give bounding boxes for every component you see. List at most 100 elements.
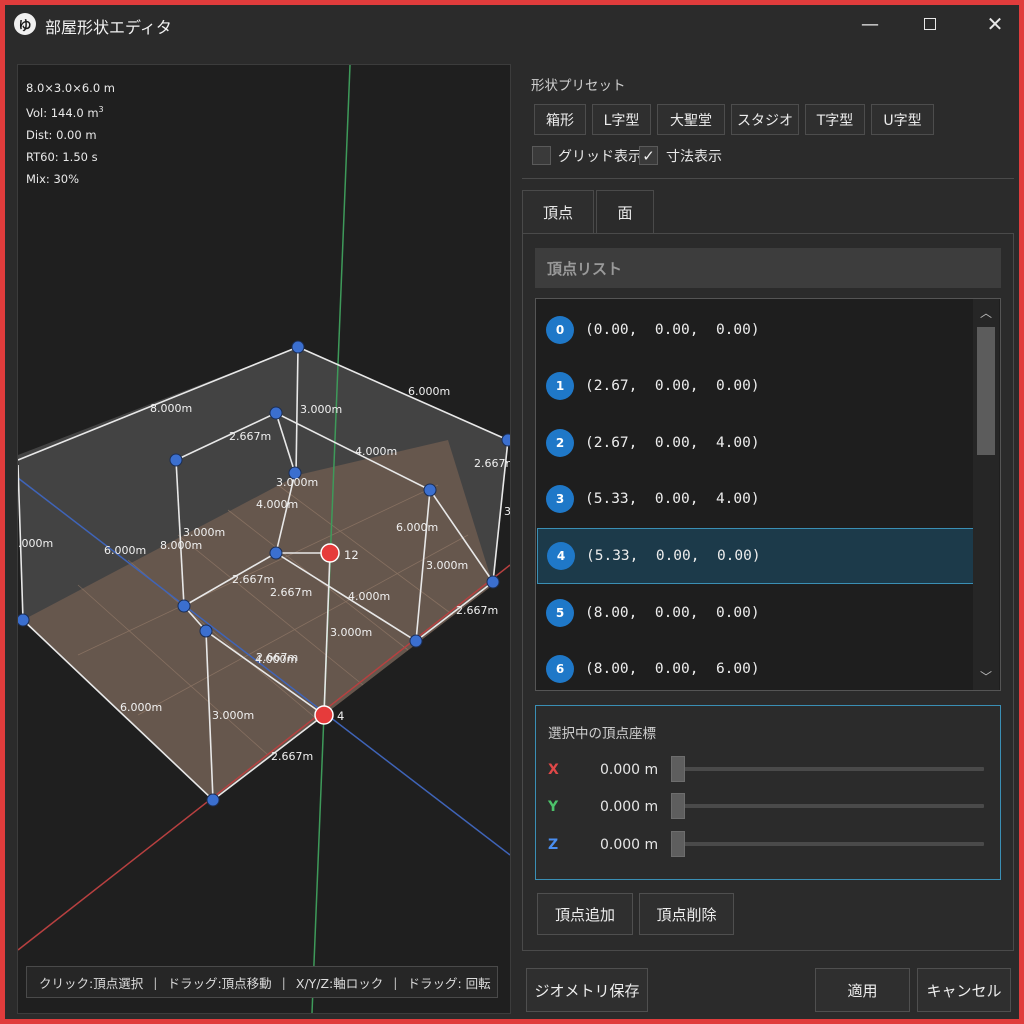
vertex-index-badge: 0 xyxy=(546,316,574,344)
tab-faces[interactable]: 面 xyxy=(596,190,654,234)
svg-text:4.000m: 4.000m xyxy=(355,445,397,458)
3d-viewport[interactable]: 8.000m 3.000m 6.000m 2.667m 4.000m 2.667… xyxy=(17,64,511,1014)
z-value: 0.000 m xyxy=(600,837,659,853)
title-bar: ゆ 部屋形状エディタ — ✕ xyxy=(5,5,1019,43)
preset-cathedral-button[interactable]: 大聖堂 xyxy=(657,104,725,135)
minimize-button[interactable]: — xyxy=(850,11,890,37)
add-vertex-button[interactable]: 頂点追加 xyxy=(537,893,633,935)
cancel-button[interactable]: キャンセル xyxy=(917,968,1011,1012)
x-value: 0.000 m xyxy=(600,762,659,778)
vertex-list-scrollbar[interactable]: ︿ ﹀ xyxy=(973,299,999,690)
delete-vertex-button[interactable]: 頂点削除 xyxy=(639,893,734,935)
y-slider-handle[interactable] xyxy=(671,793,685,819)
svg-text:6.000m: 6.000m xyxy=(408,385,450,398)
vertex-list[interactable]: 0 (0.00, 0.00, 0.00) 1 (2.67, 0.00, 0.00… xyxy=(535,298,1001,691)
grid-checkbox[interactable] xyxy=(532,146,551,165)
app-icon: ゆ xyxy=(14,13,36,35)
z-axis-label: Z xyxy=(548,837,559,853)
vertex-index-badge: 4 xyxy=(547,542,575,570)
room-dimensions: 8.0×3.0×6.0 m xyxy=(26,81,115,95)
svg-text:2.667m: 2.667m xyxy=(456,604,498,617)
svg-text:8.000m: 8.000m xyxy=(160,539,202,552)
z-slider-track[interactable] xyxy=(674,842,984,846)
hint-drag-rotate: ドラッグ: 回転 xyxy=(407,975,491,991)
apply-button[interactable]: 適用 xyxy=(815,968,910,1012)
scrollbar-thumb[interactable] xyxy=(977,327,995,455)
vertex-row-3[interactable]: 3 (5.33, 0.00, 4.00) xyxy=(537,473,975,525)
vertex-row-4-selected[interactable]: 4 (5.33, 0.00, 0.00) xyxy=(537,528,975,584)
svg-text:3.000m: 3.000m xyxy=(183,526,225,539)
preset-u-shape-button[interactable]: U字型 xyxy=(871,104,934,135)
x-slider-track[interactable] xyxy=(674,767,984,771)
svg-text:4: 4 xyxy=(337,709,344,723)
vertex-coords: (2.67, 0.00, 4.00) xyxy=(585,435,760,451)
scroll-down-icon[interactable]: ﹀ xyxy=(973,665,999,687)
vertex-row-6[interactable]: 6 (8.00, 0.00, 6.00) xyxy=(537,643,975,690)
svg-text:4.000m: 4.000m xyxy=(348,590,390,603)
svg-text:6.000m: 6.000m xyxy=(104,544,146,557)
preset-box-button[interactable]: 箱形 xyxy=(534,104,586,135)
svg-text:2.667m: 2.667m xyxy=(271,750,313,763)
svg-text:4.000m: 4.000m xyxy=(256,498,298,511)
svg-text:2.667m: 2.667m xyxy=(229,430,271,443)
mix-readout: Mix: 30% xyxy=(26,171,80,186)
svg-text:6.000m: 6.000m xyxy=(120,701,162,714)
vertex-index-badge: 1 xyxy=(546,372,574,400)
x-axis-label: X xyxy=(548,762,559,778)
maximize-button[interactable] xyxy=(910,11,950,37)
scroll-up-icon[interactable]: ︿ xyxy=(973,301,999,323)
vertex-coords: (5.33, 0.00, 0.00) xyxy=(586,548,761,564)
dimensions-checkbox-label: 寸法表示 xyxy=(666,149,722,165)
y-value: 0.000 m xyxy=(600,799,659,815)
preset-l-shape-button[interactable]: L字型 xyxy=(592,104,651,135)
svg-text:2.667m: 2.667m xyxy=(270,586,312,599)
room-volume: Vol: 144.0 m3 xyxy=(26,105,104,120)
svg-text:3.000m: 3.000m xyxy=(276,476,318,489)
vertex-row-2[interactable]: 2 (2.67, 0.00, 4.00) xyxy=(537,417,975,469)
selected-vertex-12[interactable] xyxy=(320,543,340,563)
vertex-index-badge: 6 xyxy=(546,655,574,683)
svg-text:2.667m: 2.667m xyxy=(232,573,274,586)
svg-text:6.000m: 6.000m xyxy=(396,521,438,534)
svg-text:3.000m: 3.000m xyxy=(426,559,468,572)
vertex-index-badge: 5 xyxy=(546,599,574,627)
vertex-list-header: 頂点リスト xyxy=(535,248,1001,288)
close-button[interactable]: ✕ xyxy=(975,11,1015,37)
room-wireframe[interactable]: 8.000m 3.000m 6.000m 2.667m 4.000m 2.667… xyxy=(18,65,510,1013)
viewport-info: 8.0×3.0×6.0 m Vol: 144.0 m3 Dist: 0.00 m… xyxy=(26,77,115,190)
save-geometry-button[interactable]: ジオメトリ保存 xyxy=(526,968,648,1012)
vertex-row-1[interactable]: 1 (2.67, 0.00, 0.00) xyxy=(537,360,975,412)
vertex-row-0[interactable]: 0 (0.00, 0.00, 0.00) xyxy=(537,304,975,356)
preset-t-shape-button[interactable]: T字型 xyxy=(805,104,865,135)
preset-studio-button[interactable]: スタジオ xyxy=(731,104,799,135)
y-slider-track[interactable] xyxy=(674,804,984,808)
vertex-coords: (8.00, 0.00, 6.00) xyxy=(585,661,760,677)
window-title: 部屋形状エディタ xyxy=(45,18,172,37)
presets-label: 形状プリセット xyxy=(531,78,626,94)
svg-text:3.000m: 3.000m xyxy=(300,403,342,416)
x-slider-handle[interactable] xyxy=(671,756,685,782)
selected-vertex-4[interactable] xyxy=(314,705,334,725)
controls-hint-bar: クリック:頂点選択 | ドラッグ:頂点移動 | X/Y/Z:軸ロック | ドラッ… xyxy=(26,966,498,998)
distance-readout: Dist: 0.00 m xyxy=(26,127,97,142)
dimensions-checkbox[interactable]: ✓ xyxy=(639,146,658,165)
tab-vertices[interactable]: 頂点 xyxy=(522,190,594,234)
vertex-index-badge: 2 xyxy=(546,429,574,457)
maximize-icon xyxy=(924,18,936,30)
svg-text:3.000m: 3.000m xyxy=(212,709,254,722)
grid-checkbox-label: グリッド表示 xyxy=(558,149,642,165)
hint-click: クリック:頂点選択 xyxy=(39,975,144,991)
vertex-coords: (2.67, 0.00, 0.00) xyxy=(585,378,760,394)
selected-coords-title: 選択中の頂点座標 xyxy=(548,726,656,742)
vertex-coords: (5.33, 0.00, 4.00) xyxy=(585,491,760,507)
svg-text:2.667m: 2.667m xyxy=(474,457,510,470)
divider xyxy=(522,178,1014,179)
svg-text:3: 3 xyxy=(504,505,510,518)
vertex-index-badge: 3 xyxy=(546,485,574,513)
z-slider-handle[interactable] xyxy=(671,831,685,857)
rt60-readout: RT60: 1.50 s xyxy=(26,149,98,164)
vertex-row-5[interactable]: 5 (8.00, 0.00, 0.00) xyxy=(537,587,975,639)
vertex-coords: (8.00, 0.00, 0.00) xyxy=(585,605,760,621)
svg-text:3.000m: 3.000m xyxy=(330,626,372,639)
hint-axis-lock: X/Y/Z:軸ロック xyxy=(295,975,384,991)
